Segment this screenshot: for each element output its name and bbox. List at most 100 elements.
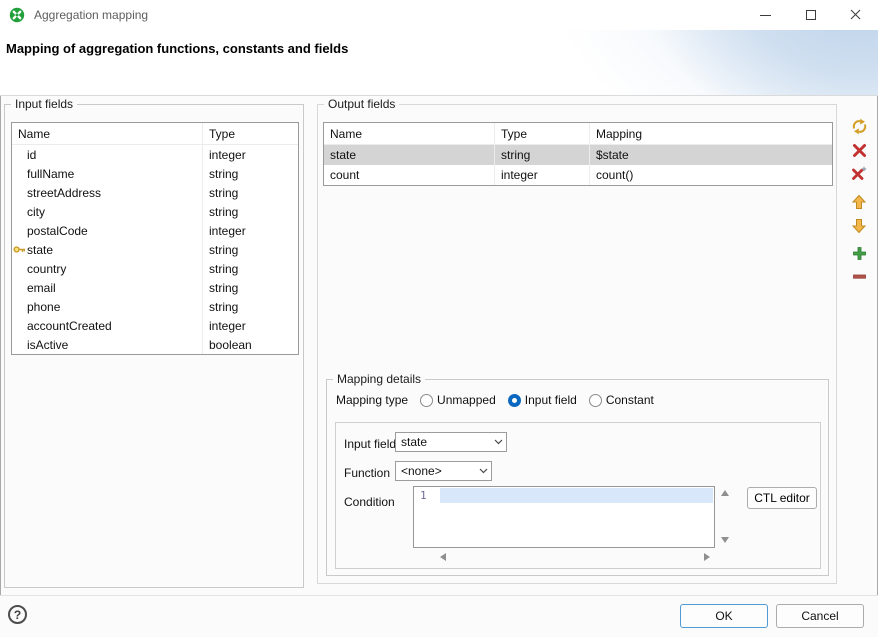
field-type: integer: [494, 165, 589, 185]
function-combobox-value: <none>: [396, 464, 475, 478]
table-row[interactable]: email string: [12, 278, 298, 297]
function-label: Function: [344, 466, 390, 480]
radio-unmapped[interactable]: Unmapped: [420, 393, 496, 407]
window-controls: [743, 0, 878, 30]
input-fields-group-label: Input fields: [11, 97, 77, 111]
mapping-details-group-label: Mapping details: [333, 372, 425, 386]
field-name: isActive: [12, 335, 202, 354]
field-type: string: [494, 145, 589, 165]
chevron-down-icon: [490, 439, 506, 445]
table-row[interactable]: country string: [12, 259, 298, 278]
radio-unmapped-icon: [420, 394, 433, 407]
maximize-button[interactable]: [788, 0, 833, 30]
field-type: string: [202, 240, 298, 259]
field-type: string: [202, 278, 298, 297]
radio-input-field-icon: [508, 394, 521, 407]
function-combobox[interactable]: <none>: [395, 461, 492, 481]
column-header-type[interactable]: Type: [202, 123, 298, 144]
field-type: integer: [202, 221, 298, 240]
chevron-down-icon: [475, 468, 491, 474]
help-button[interactable]: ?: [8, 605, 27, 624]
mapping-type-row: Mapping type Unmapped Input field Consta…: [336, 392, 654, 408]
radio-constant-icon: [589, 394, 602, 407]
output-table-header: Name Type Mapping: [324, 123, 832, 145]
condition-editor[interactable]: 1: [413, 486, 715, 548]
input-field-combobox-value: state: [396, 435, 490, 449]
input-fields-group: Input fields Name Type id integer fullNa…: [4, 104, 304, 588]
field-mapping: count(): [589, 165, 832, 185]
aggregation-mapping-dialog: Aggregation mapping Mapping of aggregati…: [0, 0, 878, 637]
table-row[interactable]: count integer count(): [324, 165, 832, 185]
current-line-highlight: [440, 488, 713, 503]
table-row[interactable]: streetAddress string: [12, 183, 298, 202]
column-header-name[interactable]: Name: [12, 123, 202, 144]
table-row-selected[interactable]: state string $state: [324, 145, 832, 165]
mapping-details-group: Mapping details Mapping type Unmapped In…: [326, 379, 829, 576]
field-name: city: [12, 202, 202, 221]
close-button[interactable]: [833, 0, 878, 30]
refresh-icon: [851, 118, 868, 138]
move-down-button[interactable]: [849, 217, 869, 237]
add-field-button[interactable]: [849, 245, 869, 265]
scroll-right-icon[interactable]: [704, 553, 710, 561]
ctl-editor-button[interactable]: CTL editor: [747, 487, 817, 509]
close-icon: [850, 8, 861, 23]
table-row[interactable]: phone string: [12, 297, 298, 316]
field-name: id: [12, 145, 202, 164]
radio-input-field-label: Input field: [525, 393, 577, 407]
table-row-key-field[interactable]: state string: [12, 240, 298, 259]
field-type: integer: [202, 316, 298, 335]
minimize-icon: [760, 15, 771, 16]
field-name: count: [324, 165, 494, 185]
radio-input-field[interactable]: Input field: [508, 393, 577, 407]
field-name: phone: [12, 297, 202, 316]
scroll-left-icon[interactable]: [440, 553, 446, 561]
minus-icon: [852, 269, 867, 287]
column-header-name[interactable]: Name: [324, 123, 494, 144]
cancel-button[interactable]: Cancel: [776, 604, 864, 628]
minimize-button[interactable]: [743, 0, 788, 30]
table-row[interactable]: id integer: [12, 145, 298, 164]
table-row[interactable]: postalCode integer: [12, 221, 298, 240]
arrow-up-icon: [851, 194, 867, 213]
field-name: postalCode: [12, 221, 202, 240]
maximize-icon: [806, 10, 816, 20]
ok-button[interactable]: OK: [680, 604, 768, 628]
field-name: email: [12, 278, 202, 297]
table-row[interactable]: fullName string: [12, 164, 298, 183]
key-icon: [13, 243, 26, 259]
field-name: country: [12, 259, 202, 278]
field-mapping: $state: [589, 145, 832, 165]
delete-button[interactable]: [849, 142, 869, 162]
line-number-gutter: 1: [414, 487, 440, 547]
field-name: streetAddress: [12, 183, 202, 202]
input-table-header: Name Type: [12, 123, 298, 145]
output-fields-group: Output fields Name Type Mapping state st…: [317, 104, 837, 584]
table-row[interactable]: accountCreated integer: [12, 316, 298, 335]
delete-all-icon: [851, 165, 868, 185]
column-header-mapping[interactable]: Mapping: [589, 123, 832, 144]
dialog-subtitle: Mapping of aggregation functions, consta…: [6, 41, 348, 56]
arrow-down-icon: [851, 218, 867, 237]
remove-field-button[interactable]: [849, 268, 869, 288]
table-row[interactable]: isActive boolean: [12, 335, 298, 354]
delete-all-button[interactable]: [849, 165, 869, 185]
condition-editor-content[interactable]: [440, 487, 714, 547]
field-type: string: [202, 164, 298, 183]
scroll-up-icon[interactable]: [721, 490, 729, 496]
header-gradient-decoration: [458, 30, 878, 96]
mapping-type-label: Mapping type: [336, 393, 408, 407]
refresh-mapping-button[interactable]: [849, 118, 869, 138]
table-row[interactable]: city string: [12, 202, 298, 221]
move-up-button[interactable]: [849, 193, 869, 213]
radio-constant[interactable]: Constant: [589, 393, 654, 407]
column-header-type[interactable]: Type: [494, 123, 589, 144]
input-fields-table: Name Type id integer fullName string str…: [11, 122, 299, 355]
field-type: string: [202, 202, 298, 221]
field-type: integer: [202, 145, 298, 164]
input-field-combobox[interactable]: state: [395, 432, 507, 452]
app-logo-icon: [9, 7, 25, 23]
titlebar: Aggregation mapping: [0, 0, 878, 30]
scroll-down-icon[interactable]: [721, 537, 729, 543]
output-fields-table: Name Type Mapping state string $state co…: [323, 122, 833, 186]
